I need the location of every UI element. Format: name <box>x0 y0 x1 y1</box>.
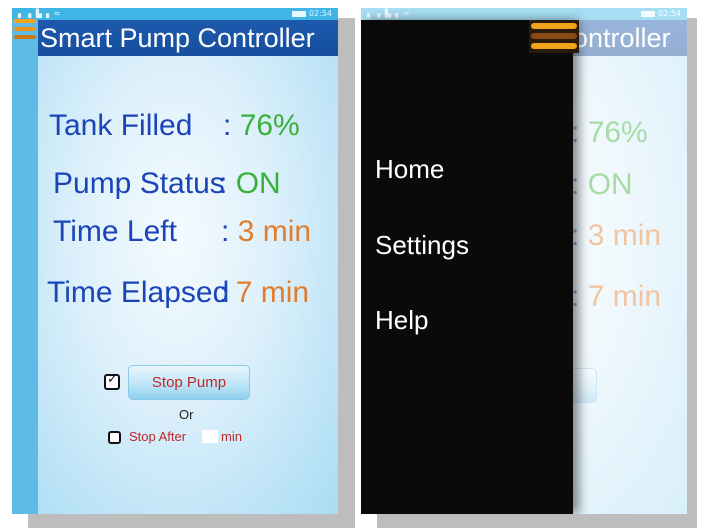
hamburger-menu-icon[interactable] <box>529 20 579 53</box>
drawer-item-home[interactable]: Home <box>375 154 444 185</box>
time-left-value: 3 min <box>237 215 312 248</box>
time-elapsed-label: Time Elapsed <box>47 276 230 309</box>
stop-pump-checkbox[interactable]: ✓ <box>104 372 120 390</box>
tank-filled-value: 76% <box>239 109 300 142</box>
time-left-label: Time Left <box>53 215 177 248</box>
stop-after-checkbox[interactable] <box>108 431 121 444</box>
time-left-value-row: : 3 min <box>221 215 311 249</box>
side-strip <box>12 20 38 514</box>
pump-status-label: Pump Status <box>53 167 225 200</box>
tank-filled-value-row: : 76% <box>223 109 300 143</box>
stop-pump-label: Stop Pump <box>151 374 227 391</box>
pump-status-value-row: : ON <box>219 167 281 201</box>
separator: : <box>219 167 228 200</box>
signal-icon: ▖▗ ▙▗ ≈ <box>18 9 62 18</box>
time-elapsed-value-row: : 7 min <box>219 276 309 310</box>
app-title: Smart Pump Controller <box>40 23 315 53</box>
time-elapsed-value: 7 min <box>235 276 310 309</box>
status-time-text: 02:54 <box>308 9 332 18</box>
status-bar: ▖▗ ▙▗ ≈ 02:54 <box>12 8 338 20</box>
min-label: min <box>221 429 242 444</box>
status-time: 02:54 <box>291 9 332 18</box>
tank-filled-row: Tank Filled <box>49 109 192 143</box>
checkmark-icon: ✓ <box>107 372 118 387</box>
tank-filled-label: Tank Filled <box>49 109 193 142</box>
separator: : <box>219 276 228 309</box>
left-screen: ▖▗ ▙▗ ≈ 02:54 Smart Pump Controller Tank… <box>12 8 338 514</box>
or-label: Or <box>179 407 194 422</box>
pump-status-value: ON <box>235 167 281 200</box>
navigation-drawer: Home Settings Help <box>361 20 573 514</box>
right-screen: ▖▗ ▙▗ ≈ 02:54 ontroller : 76% : ON : 3 m… <box>361 8 687 514</box>
hamburger-menu-icon[interactable] <box>14 19 36 43</box>
time-elapsed-row: Time Elapsed <box>47 276 229 310</box>
pump-status-row: Pump Status <box>53 167 225 201</box>
time-left-row: Time Left <box>53 215 177 249</box>
stop-pump-button[interactable]: Stop Pump <box>128 365 250 400</box>
drawer-item-help[interactable]: Help <box>375 305 428 336</box>
stop-after-minutes-input[interactable] <box>202 430 218 443</box>
app-title-bar: Smart Pump Controller <box>38 20 338 56</box>
drawer-item-settings[interactable]: Settings <box>375 230 469 261</box>
stop-after-label: Stop After <box>129 429 187 444</box>
separator: : <box>221 215 230 248</box>
separator: : <box>223 109 232 142</box>
battery-icon <box>291 10 306 17</box>
